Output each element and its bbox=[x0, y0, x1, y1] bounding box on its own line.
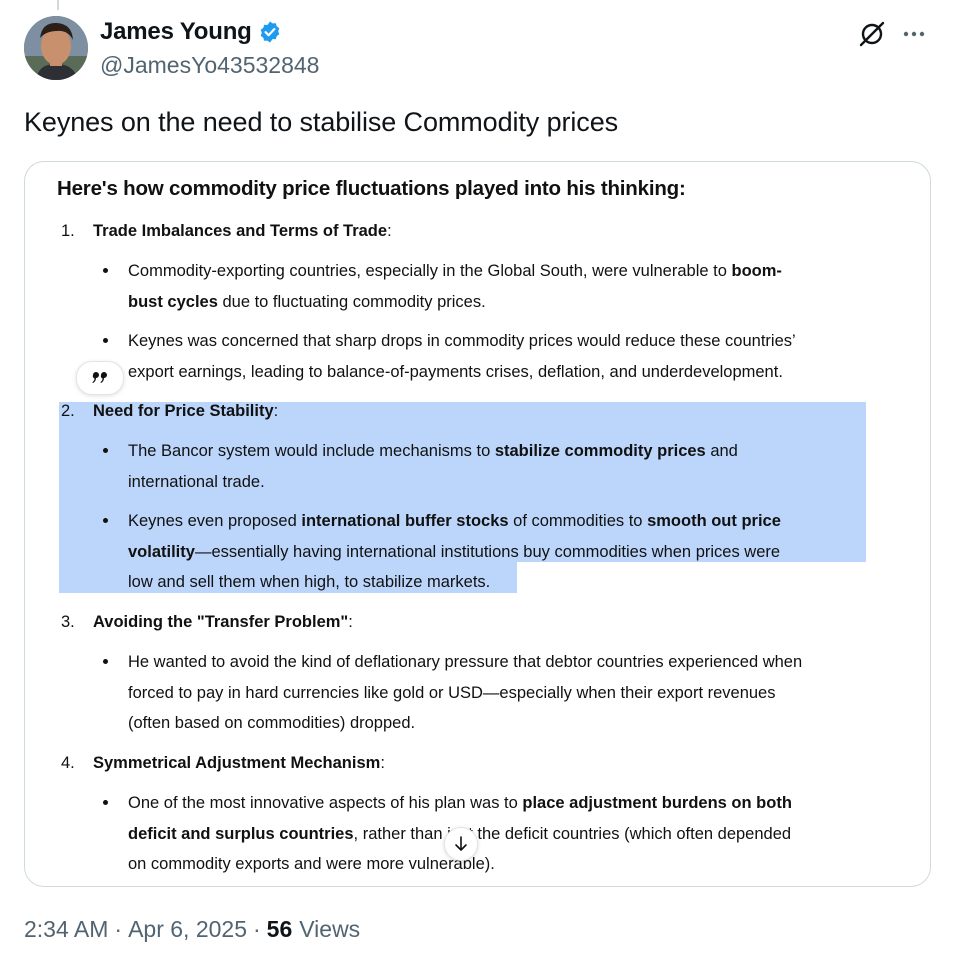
views-count: 56 bbox=[266, 916, 293, 942]
arrow-down-glyph-icon bbox=[455, 836, 467, 851]
screenshot-document: Here's how commodity price fluctuations … bbox=[25, 162, 930, 886]
doc-line-text: One of the most innovative aspects of hi… bbox=[128, 794, 523, 812]
verified-badge-icon bbox=[260, 21, 279, 43]
doc-line-text: of commodities to bbox=[508, 512, 648, 530]
quote-glyph-icon bbox=[92, 372, 107, 383]
doc-line-text: —essentially having international instit… bbox=[194, 543, 781, 561]
doc-line: The Bancor system would include mechanis… bbox=[128, 442, 738, 461]
bullet bbox=[103, 518, 108, 523]
doc-line: volatility—essentially having internatio… bbox=[128, 543, 780, 562]
section-title: Symmetrical Adjustment Mechanism: bbox=[93, 754, 385, 772]
views-label: Views bbox=[299, 916, 361, 942]
doc-line-bold: stabilize commodity prices bbox=[494, 442, 706, 460]
doc-line-bold: international buffer stocks bbox=[301, 512, 509, 530]
doc-line-text: The Bancor system would include mechanis… bbox=[128, 442, 495, 460]
doc-line: He wanted to avoid the kind of deflation… bbox=[128, 653, 803, 671]
author-name[interactable]: James Young bbox=[100, 18, 252, 46]
bullet bbox=[103, 800, 108, 805]
doc-line-bold: volatility bbox=[128, 543, 195, 561]
profile-photo-icon bbox=[24, 16, 88, 80]
doc-line-text: Commodity-exporting countries, especiall… bbox=[128, 262, 732, 280]
arrow-down-icon bbox=[444, 827, 478, 861]
doc-line: forced to pay in hard currencies like go… bbox=[128, 684, 776, 702]
doc-line: on commodity exports and were more vulne… bbox=[128, 855, 495, 873]
doc-line-text: Keynes even proposed bbox=[128, 512, 302, 530]
bullet bbox=[103, 338, 108, 343]
bullet bbox=[103, 448, 108, 453]
tweet-image[interactable]: Here's how commodity price fluctuations … bbox=[24, 161, 931, 887]
doc-line-bold: smooth out price bbox=[647, 512, 781, 530]
doc-line: low and sell them when high, to stabiliz… bbox=[128, 573, 491, 591]
meta-separator: · bbox=[252, 916, 261, 942]
grok-icon[interactable] bbox=[858, 20, 886, 48]
doc-line-bold: deficit and surplus countries bbox=[128, 825, 354, 843]
section-title: Avoiding the "Transfer Problem": bbox=[93, 613, 353, 631]
avatar[interactable] bbox=[24, 16, 88, 80]
thread-connector-line bbox=[57, 0, 59, 10]
section-title: Trade Imbalances and Terms of Trade: bbox=[93, 222, 392, 240]
tweet-text: Keynes on the need to stabilise Commodit… bbox=[24, 107, 619, 137]
bullet bbox=[103, 268, 108, 273]
tweet-time[interactable]: 2:34 AM bbox=[24, 916, 108, 943]
section-number: 3. bbox=[61, 613, 75, 631]
doc-line: export earnings, leading to balance-of-p… bbox=[128, 363, 783, 381]
doc-line: Commodity-exporting countries, especiall… bbox=[128, 262, 782, 281]
doc-line: (often based on commodities) dropped. bbox=[128, 714, 416, 732]
doc-line-text: , rather than just the deficit countries… bbox=[353, 825, 792, 843]
doc-heading: Here's how commodity price fluctuations … bbox=[57, 177, 686, 200]
doc-line: Keynes even proposed international buffe… bbox=[128, 512, 781, 531]
doc-line: Keynes was concerned that sharp drops in… bbox=[128, 332, 796, 350]
section-number: 2. bbox=[61, 402, 75, 420]
section-number: 4. bbox=[61, 754, 75, 772]
author-handle[interactable]: @JamesYo43532848 bbox=[100, 52, 319, 79]
doc-line-text: and bbox=[705, 442, 738, 460]
doc-line-bold: boom- bbox=[731, 262, 782, 280]
section-title: Need for Price Stability: bbox=[93, 402, 279, 420]
section-number: 1. bbox=[61, 222, 75, 240]
doc-line: One of the most innovative aspects of hi… bbox=[128, 794, 792, 813]
meta-separator: · bbox=[114, 916, 123, 942]
doc-line-text: due to fluctuating commodity prices. bbox=[217, 293, 486, 311]
doc-line-bold: place adjustment burdens on both bbox=[522, 794, 792, 812]
doc-line: bust cycles due to fluctuating commodity… bbox=[128, 293, 486, 312]
doc-line-bold: bust cycles bbox=[128, 293, 218, 311]
quote-icon bbox=[76, 361, 124, 395]
bullet bbox=[103, 659, 108, 664]
tweet-date[interactable]: Apr 6, 2025 bbox=[128, 916, 247, 943]
more-icon[interactable] bbox=[899, 20, 929, 48]
tweet-meta: 2:34 AM · Apr 6, 2025 · 56 Views bbox=[24, 916, 360, 943]
doc-line: international trade. bbox=[128, 473, 265, 491]
